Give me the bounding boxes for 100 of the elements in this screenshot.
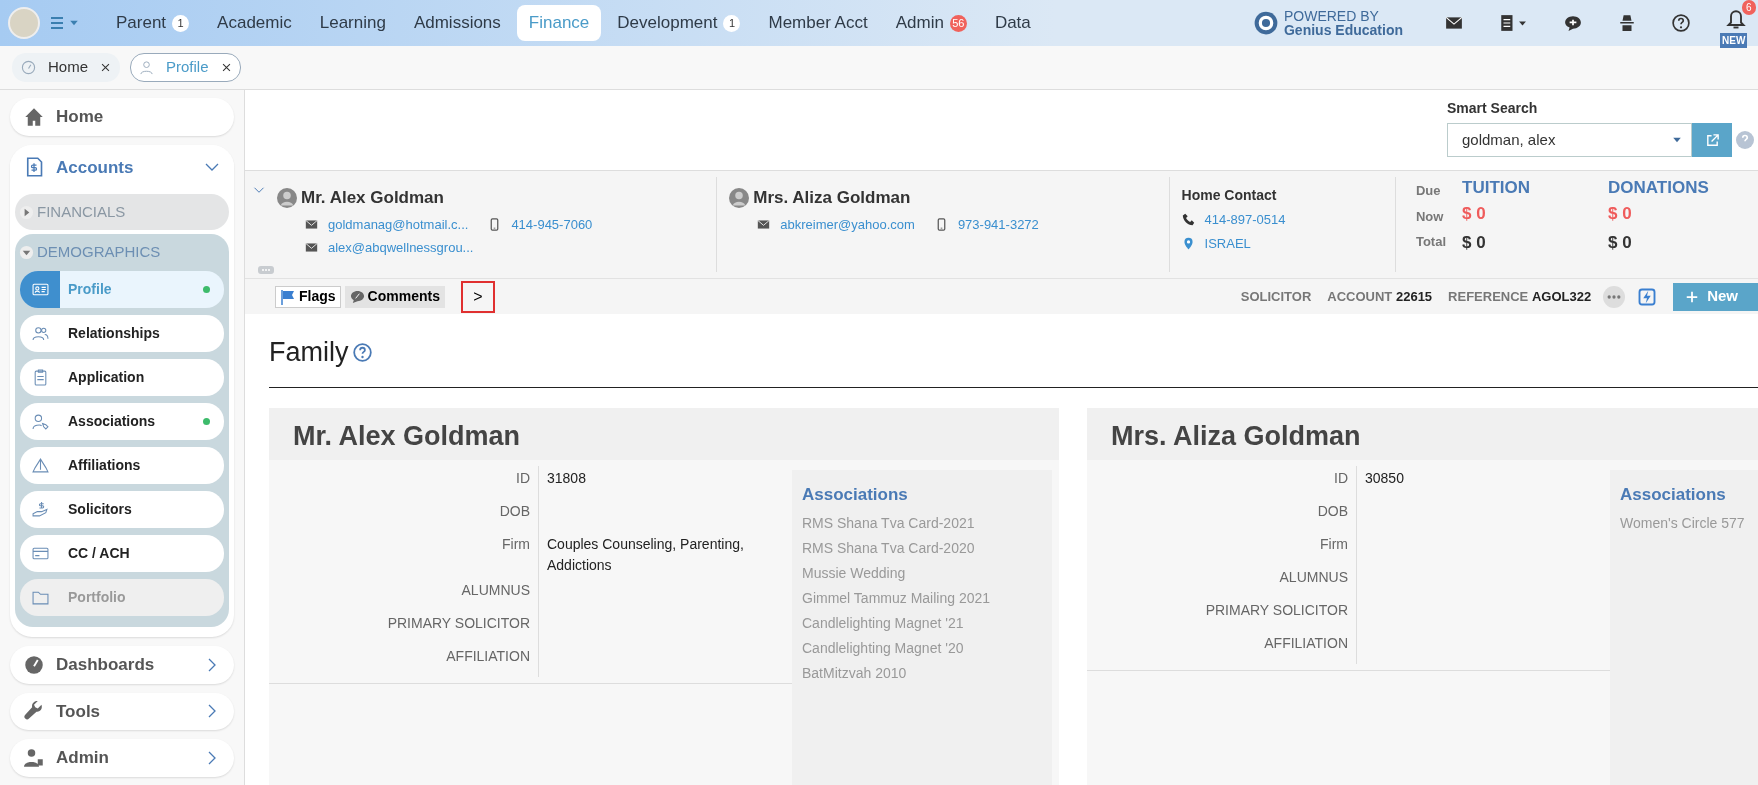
sidebar-subitem[interactable]: Solicitors: [20, 490, 224, 528]
account-meta: ACCOUNT 22615: [1327, 287, 1433, 306]
field-label: Firm: [269, 531, 539, 578]
help-icon[interactable]: [352, 342, 372, 362]
nav-menu-item[interactable]: Member Acct: [756, 5, 880, 41]
mail-icon: [757, 217, 771, 231]
chat-icon[interactable]: [1564, 14, 1582, 32]
person-icon: [139, 60, 154, 75]
association-item: Candlelighting Magnet '20: [802, 639, 965, 658]
row-label: Total: [1415, 233, 1446, 251]
association-item: BatMitzvah 2010: [802, 664, 908, 683]
person-name: Mrs. Aliza Goldman: [753, 187, 911, 209]
associations-heading: Associations: [802, 483, 909, 506]
caret-down-icon: [19, 245, 34, 260]
association-item: Gimmel Tammuz Mailing 2021: [802, 589, 992, 608]
field-label: ID: [269, 465, 539, 499]
sidebar-item[interactable]: Dashboards: [10, 645, 234, 684]
nav-menu-item[interactable]: Admissions: [401, 5, 513, 41]
field-value: 30850: [1365, 469, 1404, 486]
location-pin-icon: [1181, 236, 1195, 250]
powered-by-brand: Genius Education: [1284, 23, 1403, 37]
bolt-icon: [1637, 287, 1658, 308]
gauge-icon: [24, 654, 44, 675]
mail-icon[interactable]: [1445, 14, 1463, 32]
count-badge: 1: [723, 14, 741, 32]
powered-by-label: POWERED BY: [1284, 9, 1380, 23]
count-badge: 1: [172, 14, 190, 32]
member-name: Mrs. Aliza Goldman: [1087, 407, 1758, 460]
plus-icon: [1685, 289, 1700, 304]
field-value: 31808: [547, 469, 586, 486]
close-icon[interactable]: [100, 62, 111, 73]
tag-person-icon: [31, 412, 49, 430]
more-button[interactable]: [1603, 285, 1626, 308]
nav-menu-item[interactable]: Academic: [205, 5, 304, 41]
caret-right-icon: [19, 204, 34, 220]
total-amount: $ 0: [1462, 232, 1487, 254]
nav-menu-item[interactable]: Admin 56: [883, 5, 979, 41]
search-select[interactable]: goldman, alex: [1447, 123, 1692, 157]
association-item: RMS Shana Tva Card-2021: [802, 514, 976, 533]
help-icon[interactable]: [1672, 14, 1690, 32]
nav-menu-item[interactable]: Development 1: [605, 5, 753, 41]
association-item: Candlelighting Magnet '21: [802, 614, 965, 633]
hand-dollar-icon: [31, 500, 49, 518]
home-contact-label: Home Contact: [1181, 186, 1278, 205]
due-amount: $ 0: [1608, 202, 1633, 225]
balance-heading: TUITION: [1462, 177, 1531, 199]
sidebar-subitem[interactable]: CC / ACH: [20, 534, 224, 572]
due-amount: $ 0: [1462, 202, 1487, 225]
open-tab[interactable]: Home: [12, 53, 120, 82]
notification-bell-icon[interactable]: [1726, 10, 1746, 30]
accounts-icon: [24, 157, 44, 178]
comment-icon: [349, 289, 365, 304]
close-icon[interactable]: [220, 62, 232, 73]
spy-icon[interactable]: [1618, 14, 1636, 32]
sidebar-subitem[interactable]: Associations: [20, 402, 224, 440]
person-name: Mr. Alex Goldman: [301, 187, 444, 209]
field-label: ALUMNUS: [269, 577, 539, 611]
field-label: ALUMNUS: [1087, 564, 1357, 598]
row-label: Now: [1415, 207, 1445, 226]
nav-menu-item[interactable]: Learning: [307, 5, 398, 41]
sidebar-subitem[interactable]: Affiliations: [20, 446, 224, 484]
menu-icon: [48, 15, 66, 31]
expand-button[interactable]: >: [460, 280, 495, 313]
nav-menu-item[interactable]: Parent 1: [104, 5, 202, 41]
field-label: AFFILIATION: [269, 643, 539, 677]
association-item: Women's Circle 577: [1620, 514, 1746, 533]
field-label: DOB: [269, 498, 539, 532]
field-label: ID: [1087, 465, 1357, 499]
flags-button[interactable]: Flags: [275, 285, 341, 308]
field-label: PRIMARY SOLICITOR: [269, 610, 539, 644]
balance-heading: DONATIONS: [1608, 177, 1710, 199]
home-icon: [24, 106, 44, 127]
mail-icon: [305, 217, 318, 231]
notification-badge: 6: [1742, 0, 1756, 15]
sidebar-subitem[interactable]: Application: [20, 358, 224, 396]
admin-icon: [24, 748, 44, 769]
count-badge: 56: [949, 14, 967, 32]
new-tag: NEW: [1720, 33, 1748, 48]
field-label: AFFILIATION: [1087, 630, 1357, 664]
nav-menu-item[interactable]: Data: [982, 5, 1043, 41]
association-item: RMS Shana Tva Card-2020: [802, 539, 976, 558]
section-title: Family: [269, 336, 349, 369]
sidebar-subitem[interactable]: Relationships: [20, 314, 224, 352]
member-name: Mr. Alex Goldman: [269, 407, 1059, 460]
total-amount: $ 0: [1608, 232, 1633, 254]
sidebar-item[interactable]: Home: [10, 98, 234, 136]
mail-icon: [305, 241, 318, 255]
field-label: Firm: [1087, 531, 1357, 565]
people-icon: [31, 324, 49, 342]
sidebar-item[interactable]: Tools: [10, 692, 234, 731]
search-label: Smart Search: [1447, 99, 1539, 118]
association-item: Mussie Wedding: [802, 564, 907, 583]
field-label: DOB: [1087, 498, 1357, 532]
avatar-icon: [729, 187, 750, 208]
field-value: Couples Counseling, Parenting, Addictions: [547, 535, 744, 573]
row-label: Due: [1415, 182, 1442, 200]
associations-heading: Associations: [1620, 483, 1727, 506]
wrench-icon: [24, 701, 44, 722]
comments-button[interactable]: Comments: [344, 285, 445, 308]
sidebar-item[interactable]: Admin: [10, 739, 234, 777]
